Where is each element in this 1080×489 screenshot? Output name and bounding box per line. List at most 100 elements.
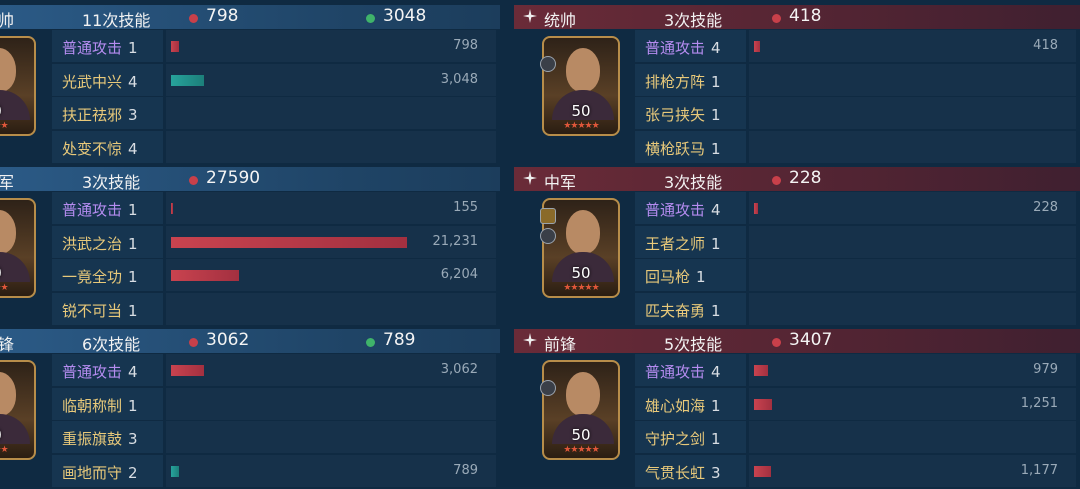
skill-level: 4 xyxy=(711,201,721,219)
skill-row: 光武中兴 4 3,048 xyxy=(52,63,496,96)
skill-bar-track: 3,062 xyxy=(166,354,496,386)
skill-row: 雄心如海 1 1,251 xyxy=(635,387,1076,420)
skill-label: 一竟全功 1 xyxy=(62,266,138,287)
general-portrait[interactable]: 50 ★★★★★ xyxy=(542,360,620,460)
skill-level: 1 xyxy=(711,301,721,320)
skill-name: 一竟全功 xyxy=(62,268,123,286)
general-portrait[interactable]: 0★★★ xyxy=(0,360,36,460)
skill-level: 3 xyxy=(711,463,721,482)
skill-name-cell[interactable]: 扶正祛邪 3 xyxy=(52,97,163,129)
skill-damage-value: 3,048 xyxy=(440,71,478,87)
general-portrait[interactable]: 0★★★ xyxy=(0,36,36,136)
skill-level: 4 xyxy=(128,363,138,381)
portrait-face xyxy=(0,48,16,92)
skill-name: 横枪跃马 xyxy=(645,139,706,158)
skill-level: 1 xyxy=(128,268,138,286)
skill-level: 1 xyxy=(711,139,721,158)
troop-type-icon xyxy=(540,56,556,72)
skill-row: 洪武之治 1 21,231 xyxy=(52,225,496,258)
skill-name-cell[interactable]: 画地而守 2 xyxy=(52,454,163,487)
skill-name-cell[interactable]: 王者之师 1 xyxy=(635,225,746,258)
skill-name-cell[interactable]: 处变不惊 4 xyxy=(52,130,163,163)
skill-row: 锐不可当 1 xyxy=(52,292,496,325)
general-portrait[interactable]: 50 ★★★★★ xyxy=(542,36,620,136)
skill-name-cell[interactable]: 普通攻击 4 xyxy=(635,354,746,386)
skill-name-cell[interactable]: 回马枪 1 xyxy=(635,259,746,291)
skill-row: 王者之师 1 xyxy=(635,225,1076,258)
heal-total: 789 xyxy=(383,330,416,350)
skill-damage-bar xyxy=(754,465,771,477)
skill-damage-bar xyxy=(754,41,760,52)
skill-name-cell[interactable]: 锐不可当 1 xyxy=(52,292,163,325)
skill-name: 普通攻击 xyxy=(645,39,706,57)
skill-name-cell[interactable]: 张弓挟矢 1 xyxy=(635,97,746,129)
skill-bar-track: 228 xyxy=(749,192,1076,224)
skill-name-cell[interactable]: 洪武之治 1 xyxy=(52,225,163,258)
damage-dot-icon xyxy=(189,338,198,347)
skill-label: 普通攻击 4 xyxy=(645,361,721,382)
skill-damage-value: 6,204 xyxy=(440,267,478,282)
skill-bar-track xyxy=(749,63,1076,96)
skill-label: 临朝称制 1 xyxy=(62,395,138,416)
skill-row: 排枪方阵 1 xyxy=(635,63,1076,96)
skill-label: 锐不可当 1 xyxy=(62,300,138,321)
skill-name-cell[interactable]: 普通攻击 4 xyxy=(635,30,746,62)
general-level: 0 xyxy=(0,102,34,120)
skill-level: 1 xyxy=(696,268,706,286)
skill-name-cell[interactable]: 排枪方阵 1 xyxy=(635,63,746,96)
star-rating: ★★★★★ xyxy=(563,445,599,455)
skill-label: 横枪跃马 1 xyxy=(645,138,721,159)
skill-row: 重振旗鼓 3 xyxy=(52,421,496,453)
general-header: 中军 3次技能 228 xyxy=(514,167,1080,192)
skill-damage-bar xyxy=(171,41,179,52)
star-rating: ★★★★★ xyxy=(563,121,599,131)
bonus-badge-icon xyxy=(540,208,556,224)
role-star-icon xyxy=(523,333,537,347)
skill-level: 1 xyxy=(711,430,721,448)
star-rating: ★★★★★ xyxy=(563,283,599,293)
skill-label: 处变不惊 4 xyxy=(62,138,138,159)
star-rating: ★★★ xyxy=(0,445,9,455)
skill-name-cell[interactable]: 重振旗鼓 3 xyxy=(52,421,163,453)
right-general-section: 统帅 3次技能 418 50 ★★★★★ 普通攻击 4 418 排枪方阵 1 张弓挟矢 1 横枪跃马 1 xyxy=(514,0,1080,163)
skill-bar-track xyxy=(166,421,496,453)
skill-name: 排枪方阵 xyxy=(645,72,706,91)
skill-name-cell[interactable]: 临朝称制 1 xyxy=(52,387,163,420)
skill-name-cell[interactable]: 普通攻击 1 xyxy=(52,192,163,224)
skill-name-cell[interactable]: 雄心如海 1 xyxy=(635,387,746,420)
skill-name-cell[interactable]: 普通攻击 4 xyxy=(52,354,163,386)
skill-name: 重振旗鼓 xyxy=(62,430,123,448)
star-rating: ★★★ xyxy=(0,283,9,293)
skill-name-cell[interactable]: 守护之剑 1 xyxy=(635,421,746,453)
right-team-panel: 统帅 3次技能 418 50 ★★★★★ 普通攻击 4 418 排枪方阵 1 张弓挟矢 1 横枪跃马 1 中… xyxy=(514,0,1080,489)
skill-bar-track: 6,204 xyxy=(166,259,496,291)
skill-level: 3 xyxy=(128,106,138,124)
skill-row: 普通攻击 4 418 xyxy=(635,30,1076,62)
skill-label: 匹夫奋勇 1 xyxy=(645,300,721,321)
heal-dot-icon xyxy=(366,14,375,23)
general-level: 50 xyxy=(571,426,591,444)
general-level: 50 xyxy=(571,102,591,120)
skill-bar-track: 21,231 xyxy=(166,225,496,258)
troop-type-icon xyxy=(540,228,556,244)
role-label: 帅 xyxy=(0,11,15,30)
skill-name-cell[interactable]: 普通攻击 4 xyxy=(635,192,746,224)
skill-level: 1 xyxy=(128,234,138,253)
skill-name-cell[interactable]: 横枪跃马 1 xyxy=(635,130,746,163)
skill-name-cell[interactable]: 气贯长虹 3 xyxy=(635,454,746,487)
skill-row: 普通攻击 4 979 xyxy=(635,354,1076,386)
skill-level: 1 xyxy=(128,39,138,57)
skill-level: 1 xyxy=(711,234,721,253)
skill-level: 4 xyxy=(128,72,138,91)
skill-name-cell[interactable]: 一竟全功 1 xyxy=(52,259,163,291)
skill-damage-value: 228 xyxy=(1033,200,1058,215)
role-star-icon xyxy=(523,171,537,185)
skill-name-cell[interactable]: 匹夫奋勇 1 xyxy=(635,292,746,325)
general-portrait[interactable]: 0★★★ xyxy=(0,198,36,298)
left-general-section: 锋 6次技能 3062 789 0★★★ 普通攻击 4 3,062 临朝称制 1 重振旗鼓 3 画地而守… xyxy=(0,324,500,487)
skill-name-cell[interactable]: 光武中兴 4 xyxy=(52,63,163,96)
skill-bar-track: 1,177 xyxy=(749,454,1076,487)
skill-damage-value: 155 xyxy=(453,200,478,215)
skill-name-cell[interactable]: 普通攻击 1 xyxy=(52,30,163,62)
skill-level: 3 xyxy=(128,430,138,448)
